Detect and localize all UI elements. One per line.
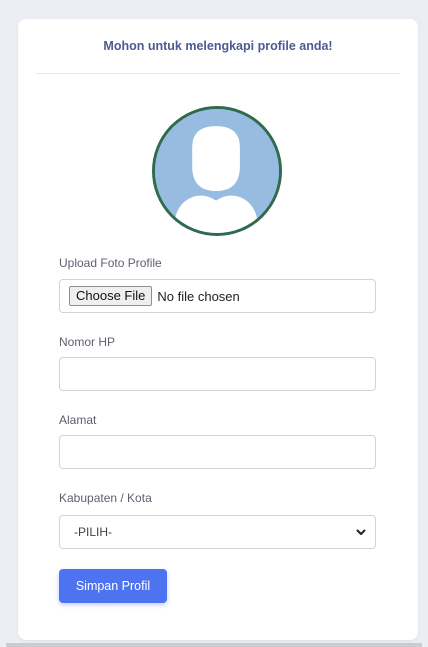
avatar — [152, 106, 282, 236]
choose-file-button[interactable]: Choose File — [69, 286, 153, 306]
city-select[interactable]: -PILIH- — [59, 515, 376, 549]
page-title: Mohon untuk melengkapi profile anda! — [103, 39, 333, 53]
city-label: Kabupaten / Kota — [59, 491, 152, 505]
save-profile-button[interactable]: Simpan Profil — [59, 569, 167, 603]
page-edge — [6, 643, 422, 647]
city-select-value: -PILIH- — [74, 525, 113, 539]
photo-file-input[interactable]: Choose File No file chosen — [59, 279, 376, 313]
photo-label: Upload Foto Profile — [59, 256, 162, 270]
user-silhouette-icon — [155, 109, 279, 233]
address-input[interactable] — [59, 435, 376, 469]
file-status-text: No file chosen — [157, 288, 240, 304]
chevron-down-icon — [356, 529, 366, 535]
phone-label: Nomor HP — [59, 335, 116, 349]
address-label: Alamat — [59, 413, 97, 427]
profile-card: Mohon untuk melengkapi profile anda! Upl… — [18, 19, 418, 640]
phone-input[interactable] — [59, 357, 376, 391]
card-header: Mohon untuk melengkapi profile anda! — [36, 19, 400, 74]
